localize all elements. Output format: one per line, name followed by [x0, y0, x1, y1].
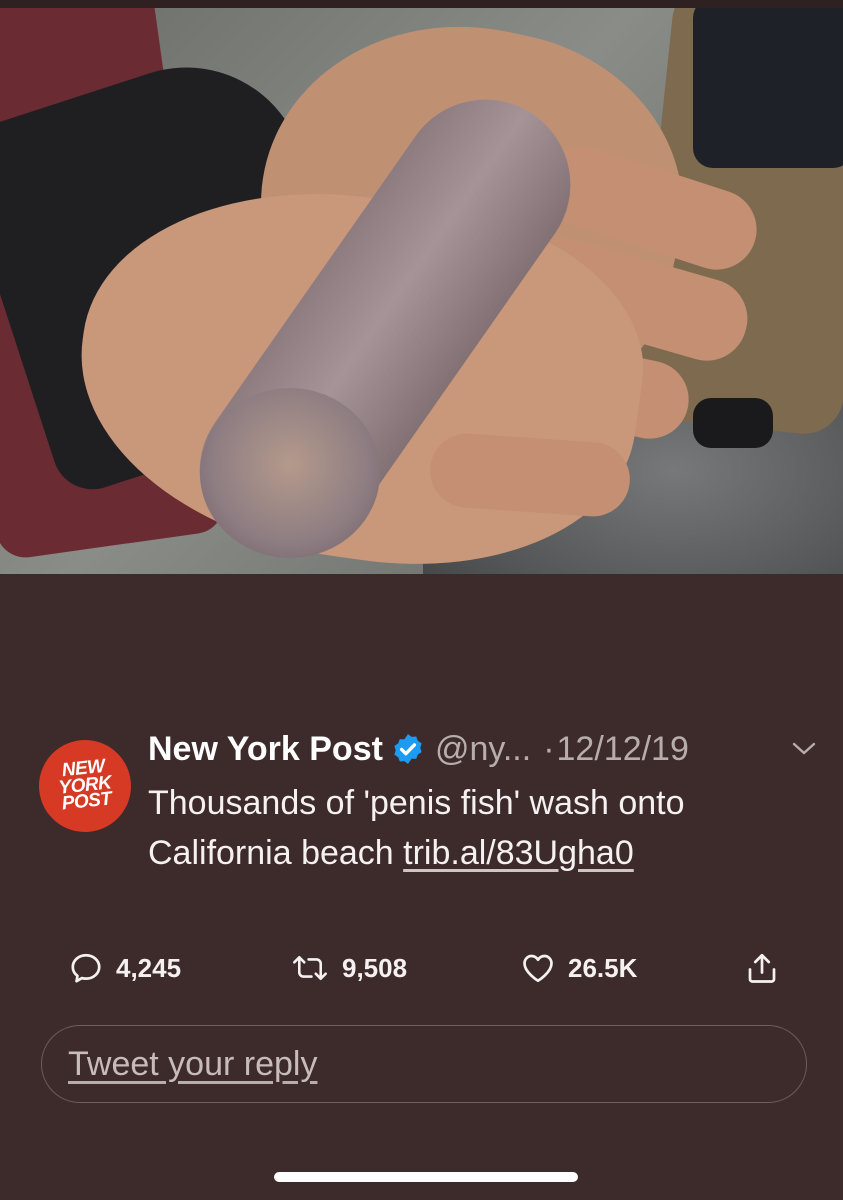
tweet-body: Thousands of 'penis fish' wash onto Cali…: [148, 778, 818, 878]
separator-dot: ·: [543, 729, 555, 768]
reply-input[interactable]: Tweet your reply: [41, 1025, 807, 1103]
photo-subject: [200, 388, 380, 558]
top-strip: [0, 0, 843, 8]
like-count: 26.5K: [568, 952, 638, 983]
reply-button[interactable]: 4,245: [68, 948, 181, 988]
author-handle[interactable]: @ny...: [435, 730, 531, 769]
reply-placeholder: Tweet your reply: [68, 1044, 318, 1083]
author-name[interactable]: New York Post: [148, 730, 383, 769]
reply-count: 4,245: [116, 952, 182, 983]
tweet-date[interactable]: 12/12/19: [557, 730, 689, 769]
like-button[interactable]: 26.5K: [520, 948, 637, 988]
retweet-count: 9,508: [342, 952, 408, 983]
verified-badge-icon: [394, 734, 422, 764]
retweet-icon: [293, 956, 327, 981]
avatar[interactable]: NEW YORK POST: [34, 735, 136, 837]
photo-figure: [693, 8, 843, 168]
share-icon: [748, 953, 776, 983]
photo-hand: [427, 431, 633, 519]
chevron-down-icon[interactable]: [791, 740, 817, 758]
photo-figure: [693, 398, 773, 448]
tweet-actions: 4,245 9,508 26.5K: [0, 948, 843, 988]
home-indicator[interactable]: [274, 1172, 578, 1182]
tweet-media-photo[interactable]: [0, 8, 843, 574]
retweet-button[interactable]: 9,508: [290, 948, 407, 988]
avatar-text: POST: [60, 788, 113, 815]
tweet-link[interactable]: trib.al/83Ugha0: [403, 834, 634, 872]
share-button[interactable]: [744, 948, 792, 988]
comment-icon: [71, 953, 101, 983]
tweet-header: New York Post @ny... · 12/12/19: [148, 725, 689, 773]
heart-icon: [523, 954, 553, 983]
